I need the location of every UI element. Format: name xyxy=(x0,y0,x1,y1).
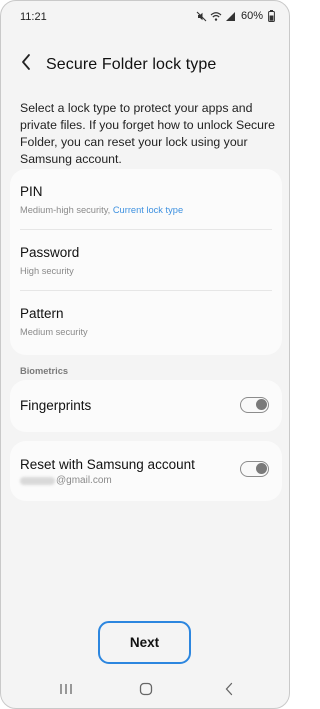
signal-icon xyxy=(225,11,236,22)
status-bar: 11:21 60% xyxy=(1,1,289,31)
lock-option-subtitle: High security xyxy=(20,266,74,276)
home-button[interactable] xyxy=(134,682,158,701)
lock-option-pattern[interactable]: Pattern Medium security xyxy=(10,291,282,352)
mute-icon xyxy=(196,11,207,22)
fingerprints-label: Fingerprints xyxy=(20,398,92,413)
recents-icon xyxy=(59,682,73,700)
description-text: Select a lock type to protect your apps … xyxy=(20,101,275,166)
phone-screen: 11:21 60% Secure Folder lock type Select… xyxy=(0,0,290,709)
lock-option-title: Pattern xyxy=(20,306,64,321)
back-button[interactable] xyxy=(14,51,38,77)
account-email: @gmail.com xyxy=(20,475,112,486)
nav-back-button[interactable] xyxy=(217,682,241,701)
current-lock-type-label: Current lock type xyxy=(112,205,184,215)
status-time: 11:21 xyxy=(20,11,47,23)
lock-option-password[interactable]: Password High security xyxy=(10,230,282,291)
chevron-left-icon xyxy=(20,53,32,76)
wifi-icon xyxy=(210,11,222,22)
toggle-knob xyxy=(256,463,267,474)
app-header: Secure Folder lock type xyxy=(1,45,289,85)
next-button[interactable]: Next xyxy=(98,621,191,664)
navigation-bar xyxy=(1,679,289,703)
home-icon xyxy=(139,682,153,701)
battery-percent: 60% xyxy=(240,10,263,22)
reset-label: Reset with Samsung account xyxy=(20,457,195,472)
fingerprints-toggle[interactable] xyxy=(240,397,269,413)
reset-samsung-account-row[interactable]: Reset with Samsung account @gmail.com xyxy=(10,441,282,501)
recents-button[interactable] xyxy=(54,683,78,699)
security-level: Medium-high security, xyxy=(20,205,111,215)
lock-option-subtitle: Medium-high security, Current lock type xyxy=(20,205,183,215)
battery-icon xyxy=(268,10,275,22)
status-icons: 60% xyxy=(196,10,275,22)
fingerprints-row[interactable]: Fingerprints xyxy=(10,380,282,432)
back-icon xyxy=(224,682,234,701)
lock-option-title: Password xyxy=(20,245,80,260)
redacted-email-user xyxy=(20,476,55,485)
lock-option-pin[interactable]: PIN Medium-high security, Current lock t… xyxy=(10,169,282,230)
reset-toggle[interactable] xyxy=(240,461,269,477)
biometrics-header: Biometrics xyxy=(20,366,69,376)
lock-option-subtitle: Medium security xyxy=(20,327,88,337)
email-domain: @gmail.com xyxy=(56,475,112,486)
lock-option-title: PIN xyxy=(20,184,43,199)
toggle-knob xyxy=(256,399,267,410)
page-title: Secure Folder lock type xyxy=(46,56,217,73)
lock-type-list: PIN Medium-high security, Current lock t… xyxy=(10,169,282,355)
